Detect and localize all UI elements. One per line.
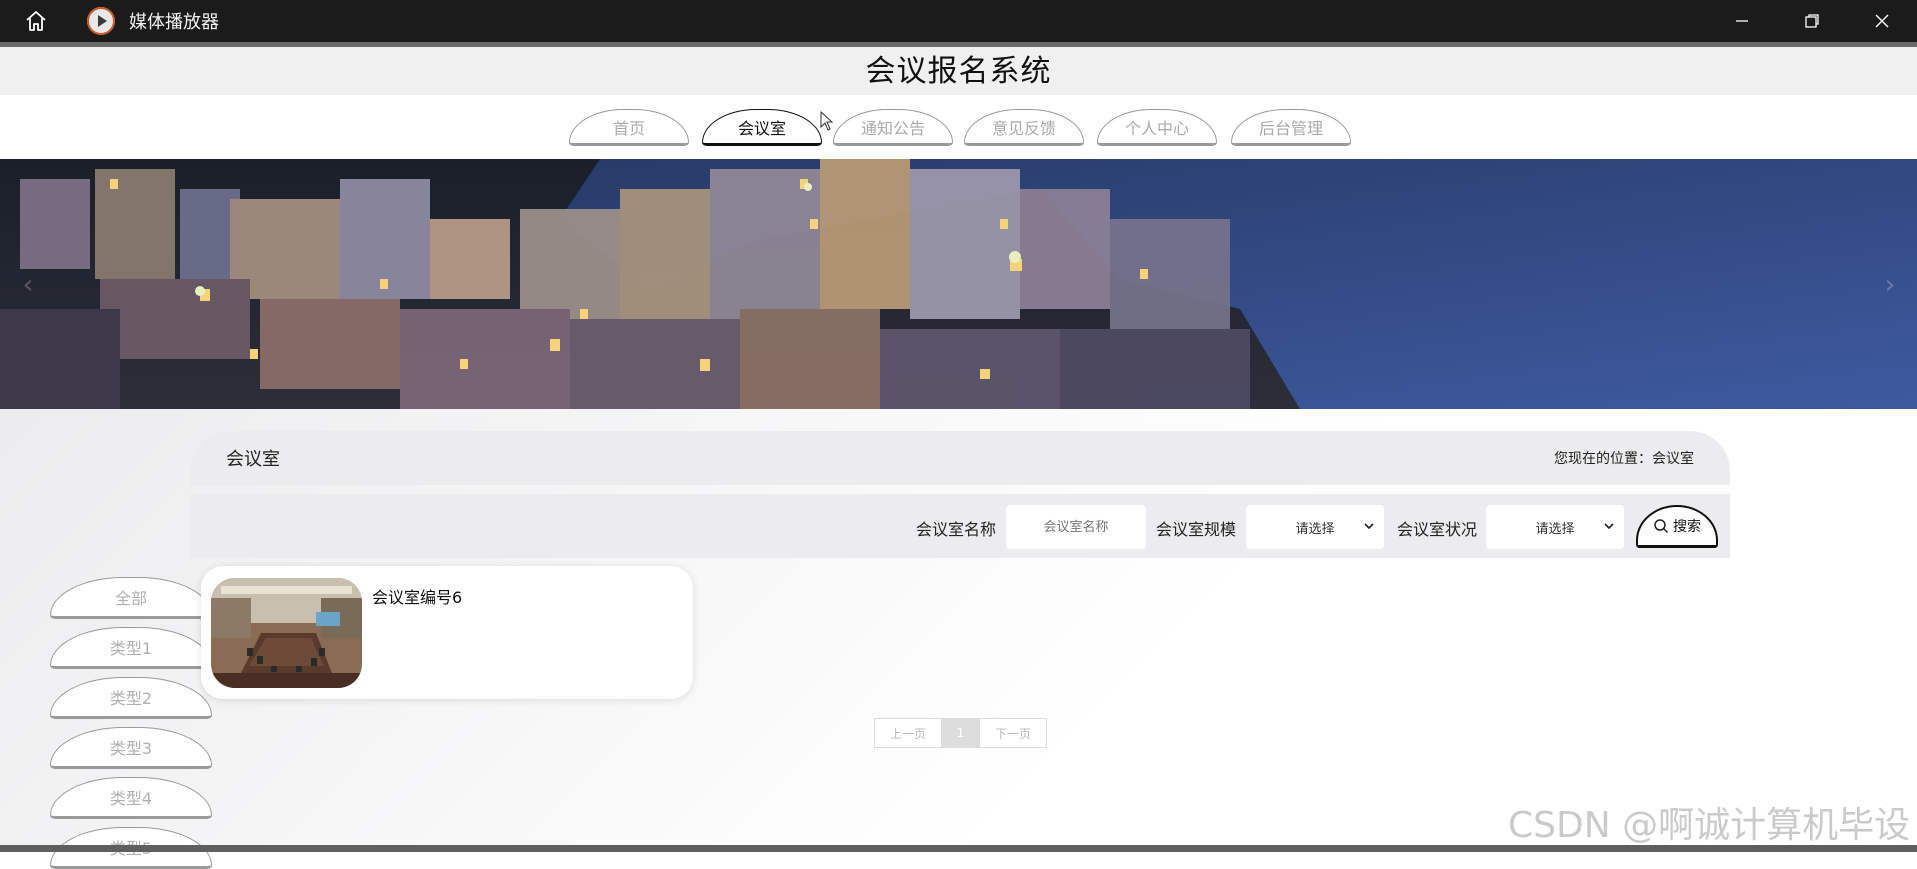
room-photo bbox=[211, 578, 362, 688]
pagination: 上一页 1 下一页 bbox=[874, 718, 1047, 748]
room-thumbnail[interactable] bbox=[211, 578, 362, 688]
room-scale-value: 请选择 bbox=[1295, 521, 1335, 537]
nav-admin[interactable]: 后台管理 bbox=[1231, 109, 1351, 146]
main-nav: 首页 会议室 通知公告 意见反馈 个人中心 后台管理 bbox=[0, 95, 1917, 159]
chevron-down-icon bbox=[1364, 523, 1374, 530]
window-title: 媒体播放器 bbox=[129, 12, 219, 33]
room-name[interactable]: 会议室编号6 bbox=[372, 584, 462, 608]
minimize-button[interactable] bbox=[1707, 0, 1777, 42]
window-controls bbox=[1707, 0, 1917, 42]
close-icon bbox=[1875, 14, 1889, 28]
window-titlebar: 媒体播放器 bbox=[0, 0, 1917, 42]
room-status-value: 请选择 bbox=[1535, 521, 1575, 537]
app-icon bbox=[87, 7, 115, 35]
breadcrumb-current[interactable]: 会议室 bbox=[1652, 451, 1694, 467]
breadcrumb-prefix: 您现在的位置： bbox=[1554, 451, 1652, 467]
room-scale-label: 会议室规模 bbox=[1156, 520, 1237, 539]
banner-next-button[interactable]: › bbox=[1880, 270, 1900, 300]
room-scale-select[interactable]: 请选择 bbox=[1246, 505, 1384, 549]
next-page-button[interactable]: 下一页 bbox=[979, 719, 1046, 747]
search-icon bbox=[1654, 519, 1669, 534]
nav-notice[interactable]: 通知公告 bbox=[833, 109, 953, 146]
site-header: 会议报名系统 bbox=[0, 47, 1917, 95]
section-title: 会议室 bbox=[226, 449, 280, 470]
maximize-button[interactable] bbox=[1777, 0, 1847, 42]
nav-meeting-room[interactable]: 会议室 bbox=[702, 109, 822, 146]
current-page[interactable]: 1 bbox=[942, 719, 979, 747]
minimize-icon bbox=[1736, 20, 1748, 22]
home-icon bbox=[26, 11, 46, 31]
search-button[interactable]: 搜索 bbox=[1636, 505, 1718, 548]
room-status-label: 会议室状况 bbox=[1397, 520, 1478, 539]
banner-prev-button[interactable]: ‹ bbox=[18, 270, 38, 300]
nav-feedback[interactable]: 意见反馈 bbox=[964, 109, 1084, 146]
room-card[interactable]: 会议室编号6 bbox=[201, 566, 693, 699]
close-button[interactable] bbox=[1847, 0, 1917, 42]
section-header: 会议室 您现在的位置：会议室 bbox=[190, 431, 1730, 485]
bottom-divider bbox=[0, 845, 1917, 852]
mouse-cursor-icon bbox=[820, 111, 834, 131]
restore-icon bbox=[1805, 14, 1819, 28]
room-status-select[interactable]: 请选择 bbox=[1486, 505, 1624, 549]
room-name-label: 会议室名称 bbox=[916, 520, 997, 539]
nav-personal-center[interactable]: 个人中心 bbox=[1097, 109, 1217, 146]
breadcrumb: 您现在的位置：会议室 bbox=[1554, 448, 1694, 468]
home-button[interactable] bbox=[0, 0, 72, 42]
play-icon bbox=[87, 7, 115, 35]
site-title: 会议报名系统 bbox=[865, 54, 1052, 89]
banner-image bbox=[0, 159, 1917, 409]
watermark: CSDN @啊诚计算机毕设 bbox=[1508, 805, 1911, 846]
nav-home[interactable]: 首页 bbox=[569, 109, 689, 146]
hero-banner: ‹ › bbox=[0, 159, 1917, 409]
chevron-down-icon bbox=[1604, 523, 1614, 530]
search-button-label: 搜索 bbox=[1673, 519, 1701, 535]
search-panel: 会议室名称 会议室规模 请选择 会议室状况 请选择 搜索 bbox=[190, 494, 1730, 558]
room-name-input[interactable] bbox=[1006, 505, 1146, 549]
prev-page-button[interactable]: 上一页 bbox=[875, 719, 942, 747]
